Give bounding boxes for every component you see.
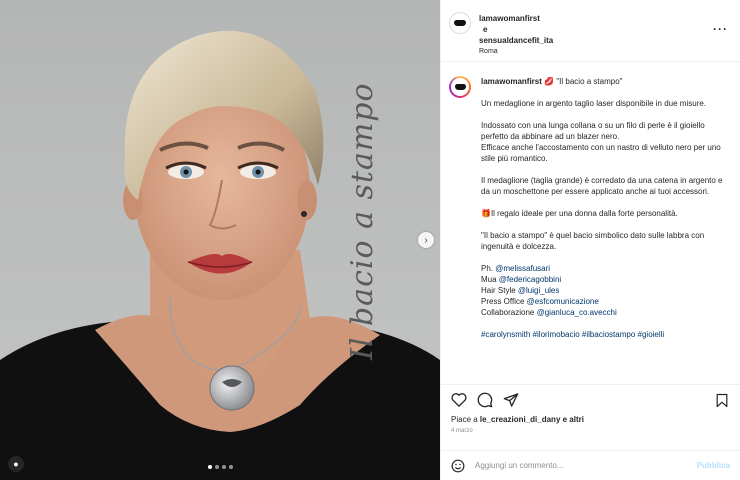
- credit-link[interactable]: @luigi_ules: [518, 286, 559, 295]
- credit-label: Hair Style: [481, 286, 518, 295]
- bookmark-icon[interactable]: [716, 393, 728, 408]
- avatar[interactable]: [449, 12, 471, 34]
- chevron-right-icon[interactable]: ›: [418, 232, 434, 248]
- hashtags[interactable]: #carolynsmith #ilorimobacio #ilbaciostam…: [481, 329, 728, 340]
- likes-suffix[interactable]: e altri: [560, 415, 584, 424]
- credit-link[interactable]: @gianluca_co.avecchi: [537, 308, 617, 317]
- author-username[interactable]: lamawomanfirst: [479, 13, 553, 24]
- caption-username[interactable]: lamawomanfirst: [481, 77, 542, 86]
- post-comment-button[interactable]: Pubblica: [697, 461, 730, 470]
- caption-paragraph: Il medaglione (taglia grande) è corredat…: [481, 176, 723, 196]
- comment-box: Aggiungi un commento... Pubblica: [441, 450, 740, 480]
- caption-title: 💋 "Il bacio a stampo": [544, 77, 623, 86]
- carousel-dot: [208, 465, 212, 469]
- carousel-dots: [208, 465, 233, 469]
- carousel-dot: [229, 465, 233, 469]
- carousel-dot: [222, 465, 226, 469]
- caption-paragraph: Efficace anche l'accostamento con un nas…: [481, 143, 721, 163]
- share-icon[interactable]: [503, 392, 519, 408]
- coauthor-username[interactable]: sensualdancefit_ita: [479, 35, 553, 46]
- avatar[interactable]: [449, 76, 471, 98]
- caption-paragraph: Indossato con una lunga collana o su un …: [481, 121, 705, 141]
- liker-username[interactable]: le_creazioni_di_dany: [480, 415, 560, 424]
- heart-icon[interactable]: [451, 392, 467, 407]
- likes-summary: Piace a le_creazioni_di_dany e altri: [441, 414, 740, 426]
- user-tag-icon[interactable]: ●: [8, 456, 24, 472]
- comment-input[interactable]: Aggiungi un commento...: [475, 461, 687, 470]
- caption-paragraph: 🎁Il regalo ideale per una donna dalla fo…: [481, 209, 678, 218]
- post-image[interactable]: Il bacio a stampo › ●: [0, 0, 440, 480]
- emoji-icon[interactable]: [451, 459, 465, 473]
- credit-label: Ph.: [481, 264, 496, 273]
- comment-icon[interactable]: [477, 392, 493, 408]
- credit-link[interactable]: @melissafusari: [495, 264, 550, 273]
- post-sidebar: lamawomanfirst e sensualdancefit_ita Rom…: [440, 0, 740, 480]
- action-bar: [441, 384, 740, 414]
- credit-label: Collaborazione: [481, 308, 537, 317]
- carousel-dot: [215, 465, 219, 469]
- likes-prefix: Piace a: [451, 415, 480, 424]
- script-text: Il bacio a stampo: [345, 82, 380, 360]
- location-label[interactable]: Roma: [479, 46, 553, 57]
- header-conjunction: e: [483, 25, 488, 34]
- caption-paragraph: "Il bacio a stampo" è quel bacio simboli…: [481, 231, 705, 251]
- credit-label: Mua: [481, 275, 499, 284]
- credit-link[interactable]: @esfcomunicazione: [527, 297, 599, 306]
- credit-link[interactable]: @federicagobbini: [499, 275, 561, 284]
- post-date: 4 marzo: [451, 428, 473, 434]
- caption-paragraph: Un medaglione in argento taglio laser di…: [481, 99, 707, 108]
- credit-label: Press Office: [481, 297, 527, 306]
- post-header: lamawomanfirst e sensualdancefit_ita Rom…: [441, 0, 740, 62]
- caption: lamawomanfirst 💋 "Il bacio a stampo" Un …: [441, 62, 740, 384]
- more-icon[interactable]: ···: [713, 22, 728, 36]
